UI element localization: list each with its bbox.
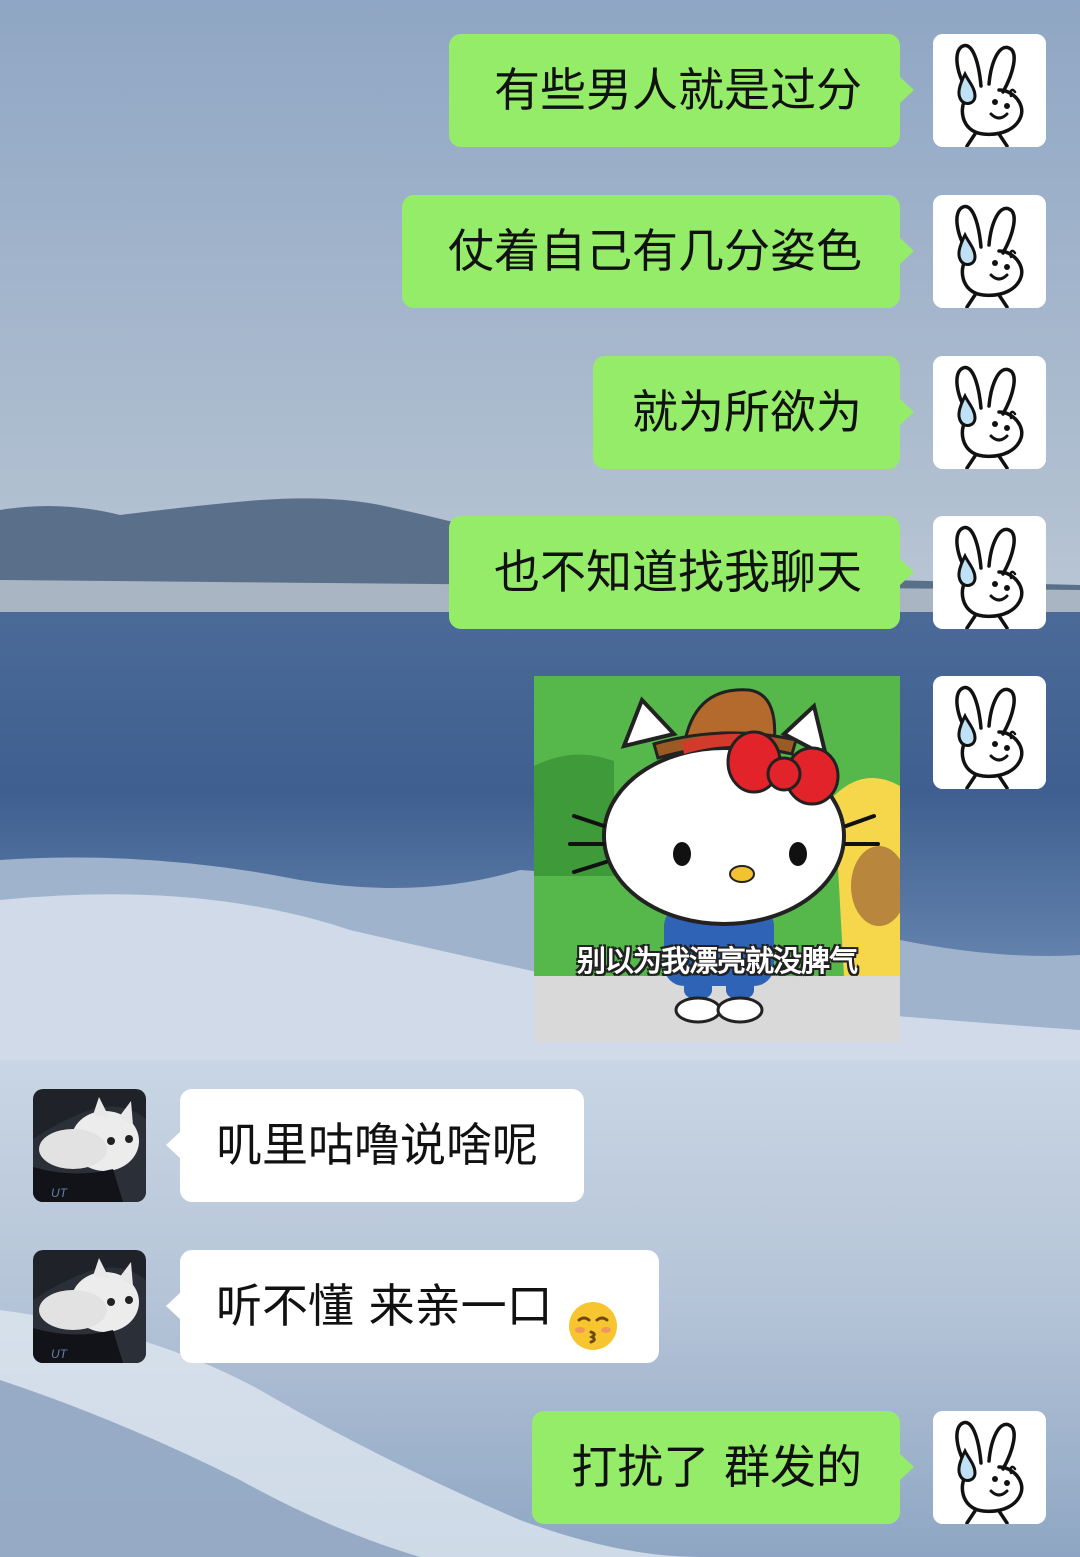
message-text: 叽里咕噜说啥呢 — [216, 1118, 538, 1172]
message-bubble-outgoing[interactable]: 也不知道找我聊天 — [449, 516, 914, 629]
message-bubble-incoming[interactable]: 听不懂 来亲一口 — [166, 1250, 659, 1363]
message-text: 仗着自己有几分姿色 — [448, 224, 862, 278]
message-text: 打扰了 群发的 — [571, 1440, 862, 1494]
message-text: 听不懂 来亲一口 — [216, 1279, 553, 1333]
cat-avatar-icon[interactable] — [33, 1250, 146, 1363]
rabbit-avatar-icon[interactable] — [933, 356, 1046, 469]
message-text: 有些男人就是过分 — [494, 63, 862, 117]
message-bubble-outgoing[interactable]: 就为所欲为 — [593, 356, 914, 469]
message-bubble-outgoing[interactable]: 打扰了 群发的 — [532, 1411, 914, 1524]
sticker-caption: 别以为我漂亮就没脾气 — [576, 944, 858, 978]
rabbit-avatar-icon[interactable] — [933, 1411, 1046, 1524]
hello-kitty-sticker[interactable]: 别以为我漂亮就没脾气 — [534, 676, 900, 1042]
message-bubble-incoming[interactable]: 叽里咕噜说啥呢 — [166, 1089, 584, 1202]
message-bubble-outgoing[interactable]: 有些男人就是过分 — [449, 34, 914, 147]
rabbit-avatar-icon[interactable] — [933, 34, 1046, 147]
rabbit-avatar-icon[interactable] — [933, 516, 1046, 629]
message-bubble-outgoing[interactable]: 仗着自己有几分姿色 — [402, 195, 914, 308]
cat-avatar-icon[interactable] — [33, 1089, 146, 1202]
hello-kitty-sticker-image — [534, 676, 900, 1042]
message-text: 也不知道找我聊天 — [494, 545, 862, 599]
kissing-face-emoji-icon — [567, 1280, 619, 1350]
rabbit-avatar-icon[interactable] — [933, 195, 1046, 308]
rabbit-avatar-icon[interactable] — [933, 676, 1046, 789]
message-text: 就为所欲为 — [632, 385, 862, 439]
